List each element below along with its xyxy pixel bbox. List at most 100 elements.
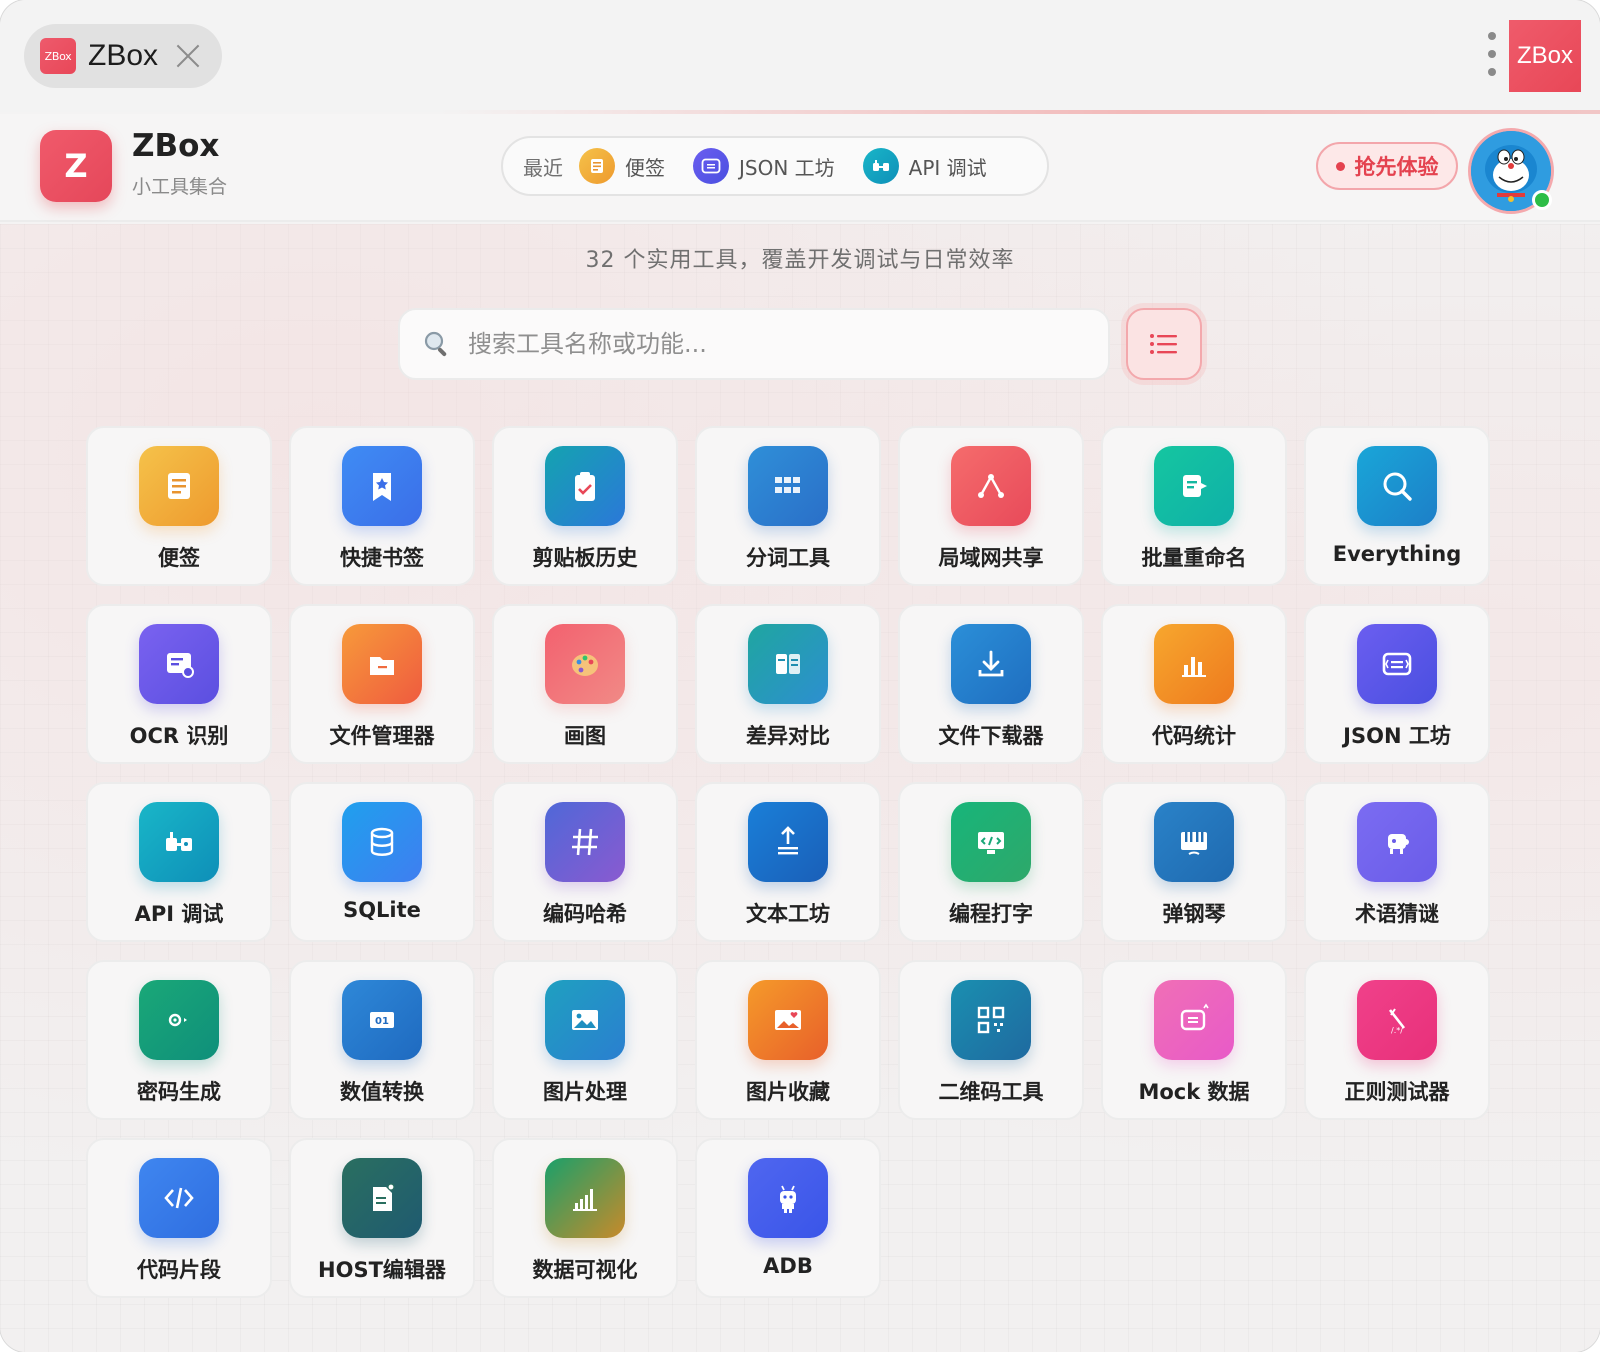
tool-card[interactable]: Everything: [1304, 426, 1490, 586]
data-chart-icon: [545, 1158, 625, 1238]
early-access-label: 抢先体验: [1354, 155, 1439, 179]
tool-card[interactable]: 编码哈希: [492, 782, 678, 942]
tool-card-label: 编程打字: [949, 902, 1033, 926]
tool-card-label: 图片收藏: [746, 1080, 830, 1104]
host-file-icon: [342, 1158, 422, 1238]
search-icon: [424, 331, 447, 357]
qrcode-icon: [951, 980, 1031, 1060]
tab-zbox[interactable]: ZBox ZBox: [24, 24, 222, 88]
tool-card-label: 文件管理器: [329, 724, 435, 748]
tool-card[interactable]: 二维码工具: [898, 960, 1084, 1120]
note-icon: [579, 148, 615, 184]
tool-card-label: 快捷书签: [340, 546, 424, 570]
close-icon[interactable]: [174, 42, 202, 70]
tool-card[interactable]: 代码统计: [1101, 604, 1287, 764]
tool-card[interactable]: 弹钢琴: [1101, 782, 1287, 942]
hash-icon: [545, 802, 625, 882]
tool-card-label: 代码统计: [1152, 724, 1236, 748]
app-logo: Z: [40, 130, 112, 202]
tool-card[interactable]: 数据可视化: [492, 1138, 678, 1298]
recent-item-note[interactable]: 便签: [579, 148, 665, 184]
tool-card[interactable]: 术语猜谜: [1304, 782, 1490, 942]
note-icon: [139, 446, 219, 526]
tool-card[interactable]: 文件下载器: [898, 604, 1084, 764]
tool-count-subtitle: 32 个实用工具，覆盖开发调试与日常效率: [585, 248, 1015, 273]
list-view-button[interactable]: [1126, 308, 1202, 380]
ocr-icon: [139, 624, 219, 704]
tool-card-label: 文本工坊: [746, 902, 830, 926]
tool-card[interactable]: OCR 识别: [86, 604, 272, 764]
number-icon: 01: [342, 980, 422, 1060]
tool-card[interactable]: HOST编辑器: [289, 1138, 475, 1298]
text-upload-icon: [748, 802, 828, 882]
download-icon: [951, 624, 1031, 704]
recent-label: 最近: [523, 155, 563, 180]
tool-card-label: Mock 数据: [1138, 1080, 1250, 1104]
search-icon: [1357, 446, 1437, 526]
tool-card[interactable]: ADB: [695, 1138, 881, 1298]
tool-card-label: 图片处理: [543, 1080, 627, 1104]
tool-card[interactable]: 画图: [492, 604, 678, 764]
tool-card[interactable]: 批量重命名: [1101, 426, 1287, 586]
tool-card-label: 文件下载器: [938, 724, 1044, 748]
tool-card[interactable]: 剪贴板历史: [492, 426, 678, 586]
tool-card[interactable]: 差异对比: [695, 604, 881, 764]
tool-card[interactable]: 便签: [86, 426, 272, 586]
tool-card-label: ADB: [763, 1254, 813, 1278]
tool-card[interactable]: 01 数值转换: [289, 960, 475, 1120]
tool-card[interactable]: 局域网共享: [898, 426, 1084, 586]
tool-card-label: 二维码工具: [938, 1080, 1044, 1104]
tool-card[interactable]: SQLite: [289, 782, 475, 942]
early-access-button[interactable]: 抢先体验: [1316, 142, 1458, 190]
regex-icon: /.*/: [1357, 980, 1437, 1060]
recent-item-api[interactable]: API 调试: [862, 148, 987, 184]
api-icon: [139, 802, 219, 882]
tool-card[interactable]: 分词工具: [695, 426, 881, 586]
database-icon: [342, 802, 422, 882]
tool-card-label: OCR 识别: [129, 724, 229, 748]
tool-card-label: API 调试: [134, 902, 224, 926]
tool-card[interactable]: 文本工坊: [695, 782, 881, 942]
tool-card-label: 批量重命名: [1141, 546, 1247, 570]
recent-item-label: JSON 工坊: [739, 155, 835, 180]
tool-card-label: 差异对比: [746, 724, 830, 748]
mock-icon: [1154, 980, 1234, 1060]
recent-item-json[interactable]: JSON 工坊: [693, 148, 835, 184]
clipboard-icon: [545, 446, 625, 526]
app-window: ZBox ZBox ZBox Z ZBox 小工具集合 最近 便签 JSON 工…: [0, 0, 1600, 1352]
tool-card-label: 编码哈希: [543, 902, 627, 926]
tool-card-label: Everything: [1332, 542, 1462, 566]
tool-card-label: 数据可视化: [532, 1258, 638, 1282]
more-menu-icon[interactable]: [1488, 32, 1496, 76]
tool-card[interactable]: 代码片段: [86, 1138, 272, 1298]
image-heart-icon: [748, 980, 828, 1060]
list-icon: [1150, 334, 1177, 354]
code-monitor-icon: [951, 802, 1031, 882]
search-input[interactable]: [468, 330, 1068, 358]
bar-chart-icon: [1154, 624, 1234, 704]
tool-card-label: 便签: [158, 546, 200, 570]
tool-card-label: 画图: [564, 724, 606, 748]
main-content: 32 个实用工具，覆盖开发调试与日常效率 便签 快捷书签 剪贴板历史 分词工具 局域网共…: [0, 224, 1600, 1352]
password-icon: [139, 980, 219, 1060]
tool-card-label: 分词工具: [746, 546, 830, 570]
tool-card[interactable]: 快捷书签: [289, 426, 475, 586]
tool-card[interactable]: JSON 工坊: [1304, 604, 1490, 764]
android-icon: [748, 1158, 828, 1238]
tool-card[interactable]: /.*/ 正则测试器: [1304, 960, 1490, 1120]
tool-card[interactable]: 密码生成: [86, 960, 272, 1120]
app-badge: ZBox: [1509, 20, 1581, 92]
json-icon: [1357, 624, 1437, 704]
tool-card[interactable]: 文件管理器: [289, 604, 475, 764]
tool-card-label: 数值转换: [340, 1080, 424, 1104]
tool-card[interactable]: 图片处理: [492, 960, 678, 1120]
tool-card[interactable]: Mock 数据: [1101, 960, 1287, 1120]
json-icon: [693, 148, 729, 184]
tool-card[interactable]: API 调试: [86, 782, 272, 942]
tool-card[interactable]: 编程打字: [898, 782, 1084, 942]
app-title: ZBox: [132, 128, 220, 164]
tool-card-label: JSON 工坊: [1343, 724, 1451, 748]
tool-card[interactable]: 图片收藏: [695, 960, 881, 1120]
online-status-dot: [1532, 190, 1552, 210]
tool-card-label: HOST编辑器: [318, 1258, 446, 1282]
